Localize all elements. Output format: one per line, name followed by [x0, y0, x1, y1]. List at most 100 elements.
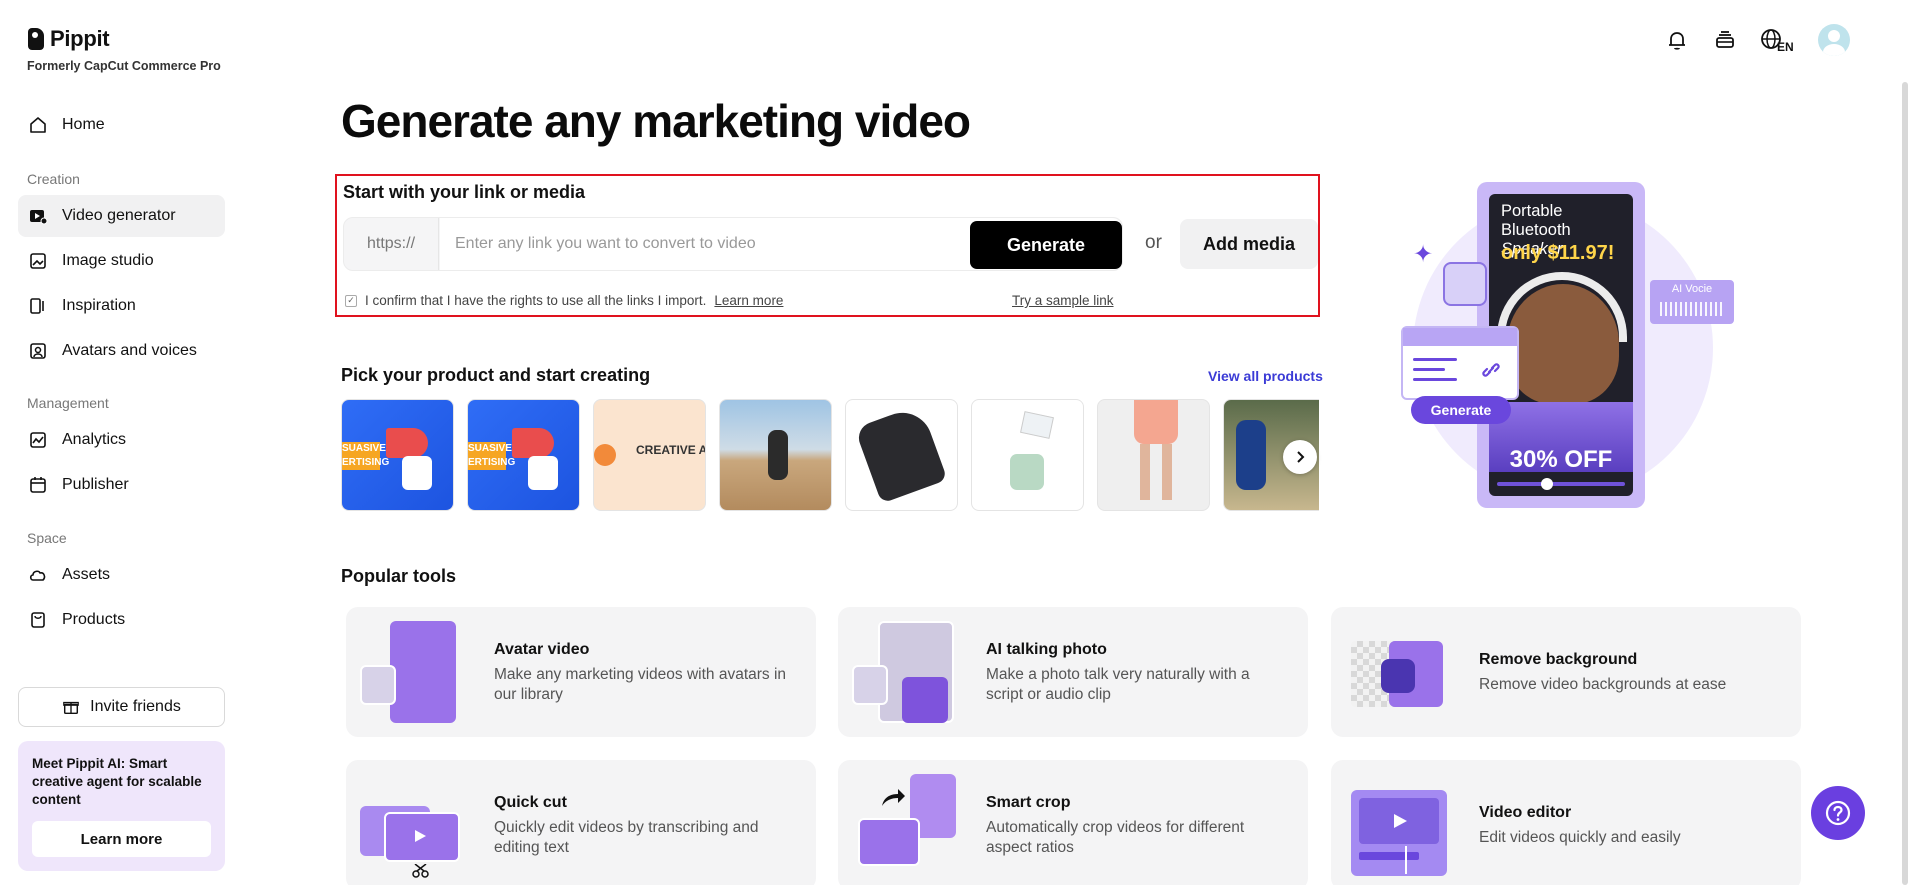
- skirt-graphic: [1134, 400, 1178, 444]
- art-thumb: [360, 665, 396, 705]
- tool-description: Make a photo talk very naturally with a …: [986, 666, 1250, 703]
- sidebar-item-label: Avatars and voices: [62, 342, 197, 359]
- art-thumb: [852, 665, 888, 705]
- tool-title: Quick cut: [494, 794, 567, 811]
- tool-card-ai-talking-photo[interactable]: AI talking photo Make a photo talk very …: [838, 607, 1308, 737]
- brand-logo[interactable]: Pippit: [28, 26, 110, 52]
- products-heading: Pick your product and start creating: [341, 365, 651, 385]
- sidebar-item-products[interactable]: Products: [18, 599, 225, 641]
- person-graphic: [402, 456, 432, 490]
- product-thumbnail[interactable]: SUASIVE ERTISING: [467, 399, 580, 511]
- sidebar-item-inspiration[interactable]: Inspiration: [18, 285, 225, 327]
- cloud-icon: [29, 570, 46, 581]
- inspiration-icon: [30, 298, 44, 314]
- product-thumbnail[interactable]: CREATIVE AUTOMAT: [593, 399, 706, 511]
- generate-button[interactable]: Generate: [970, 221, 1122, 269]
- text-line-graphic: [1413, 368, 1445, 371]
- sidebar-item-assets[interactable]: Assets: [18, 554, 225, 596]
- sidebar-item-label: Publisher: [62, 476, 129, 493]
- megaphone-graphic: [386, 428, 428, 458]
- help-button[interactable]: [1811, 786, 1865, 840]
- tool-card-video-editor[interactable]: Video editor Edit videos quickly and eas…: [1331, 760, 1801, 885]
- learn-more-link[interactable]: Learn more: [714, 293, 783, 308]
- video-progress-bar: [1497, 482, 1625, 486]
- runner-graphic: [1236, 420, 1266, 490]
- sidebar-item-video-generator[interactable]: Video generator: [18, 195, 225, 237]
- art-shirt: [902, 677, 948, 723]
- subscription-stack-icon[interactable]: [1712, 27, 1738, 53]
- product-thumbnail[interactable]: [971, 399, 1084, 511]
- tool-card-avatar-video[interactable]: Avatar video Make any marketing videos w…: [346, 607, 816, 737]
- add-media-button[interactable]: Add media: [1180, 219, 1318, 269]
- tool-title: Remove background: [1479, 651, 1638, 668]
- beach-person-graphic: [768, 430, 788, 480]
- tool-card-smart-crop[interactable]: Smart crop Automatically crop videos for…: [838, 760, 1308, 885]
- help-question-icon: [1825, 800, 1851, 826]
- language-globe-icon[interactable]: EN: [1760, 27, 1796, 53]
- ai-voice-label: AI Vocie: [1671, 283, 1713, 295]
- megaphone-graphic: [512, 428, 554, 458]
- waveform-icon: [1660, 302, 1724, 316]
- art-panel: [390, 621, 456, 723]
- product-thumbnail[interactable]: SUASIVE ERTISING: [341, 399, 454, 511]
- sample-link[interactable]: Try a sample link: [1012, 293, 1114, 308]
- user-avatar[interactable]: [1818, 24, 1850, 56]
- page-scrollbar[interactable]: [1902, 82, 1908, 885]
- video-generator-icon: [30, 210, 48, 225]
- tool-description: Make any marketing videos with avatars i…: [494, 666, 787, 703]
- avatar-video-art: [360, 621, 470, 723]
- product-thumbnail[interactable]: [719, 399, 832, 511]
- scissors-icon: [412, 864, 429, 878]
- url-input[interactable]: [447, 218, 957, 270]
- discount-text: 30% OFF: [1509, 446, 1613, 473]
- tool-card-remove-background[interactable]: Remove background Remove video backgroun…: [1331, 607, 1801, 737]
- tool-card-quick-cut[interactable]: Quick cut Quickly edit videos by transcr…: [346, 760, 816, 885]
- timeline-playhead: [1405, 846, 1407, 874]
- sidebar-item-analytics[interactable]: Analytics: [18, 419, 225, 461]
- rights-confirm-checkbox[interactable]: ✓: [345, 294, 357, 307]
- play-icon: [594, 444, 616, 466]
- calendar-icon: [30, 477, 46, 493]
- tool-description: Quickly edit videos by transcribing and …: [494, 819, 759, 856]
- section-creation: Creation: [27, 171, 80, 187]
- promo-learn-more-button[interactable]: Learn more: [32, 821, 211, 857]
- section-space: Space: [27, 530, 67, 546]
- thumbnail-text: SUASIVE ERTISING: [342, 442, 390, 470]
- sidebar-item-label: Home: [62, 116, 105, 133]
- invite-friends-button[interactable]: Invite friends: [18, 687, 225, 727]
- ai-voice-card: AI Vocie: [1650, 280, 1734, 324]
- tool-description: Remove video backgrounds at ease: [1479, 676, 1727, 693]
- sidebar-item-label: Video generator: [62, 207, 176, 224]
- art-landscape: [858, 818, 920, 866]
- sidebar-item-home[interactable]: Home: [18, 104, 225, 146]
- image-studio-icon: [30, 253, 46, 269]
- url-bar: https:// Generate or Add media: [343, 217, 1318, 271]
- link-card-header: [1403, 328, 1517, 346]
- header-actions: EN: [1664, 24, 1850, 56]
- video-progress-knob: [1541, 478, 1553, 490]
- leg-graphic: [1140, 444, 1150, 500]
- notification-bell-icon[interactable]: [1664, 27, 1690, 53]
- thumbnails-next-button[interactable]: [1283, 440, 1317, 474]
- view-all-products-link[interactable]: View all products: [1208, 368, 1323, 384]
- play-icon: [415, 830, 426, 842]
- product-thumbnail[interactable]: [1097, 399, 1210, 511]
- analytics-icon: [30, 432, 46, 448]
- brand-subtitle: Formerly CapCut Commerce Pro: [27, 59, 221, 73]
- sidebar-item-avatars-voices[interactable]: Avatars and voices: [18, 330, 225, 372]
- page-title: Generate any marketing video: [341, 95, 971, 147]
- avatar-voice-icon: [30, 343, 46, 359]
- remove-background-art: [1345, 621, 1455, 723]
- rights-confirm-row: ✓ I confirm that I have the rights to us…: [345, 293, 783, 308]
- sidebar-item-image-studio[interactable]: Image studio: [18, 240, 225, 282]
- sidebar-item-publisher[interactable]: Publisher: [18, 464, 225, 506]
- tool-description: Automatically crop videos for different …: [986, 819, 1245, 856]
- camera-graphic: [1010, 454, 1044, 490]
- sidebar-item-label: Assets: [62, 566, 111, 583]
- pippit-logo-icon: [28, 28, 44, 50]
- product-thumbnail[interactable]: [845, 399, 958, 511]
- tool-title: Video editor: [1479, 804, 1572, 821]
- tool-title: Smart crop: [986, 794, 1071, 811]
- pippit-ai-promo: Meet Pippit AI: Smart creative agent for…: [18, 741, 225, 871]
- text-line-graphic: [1413, 358, 1457, 361]
